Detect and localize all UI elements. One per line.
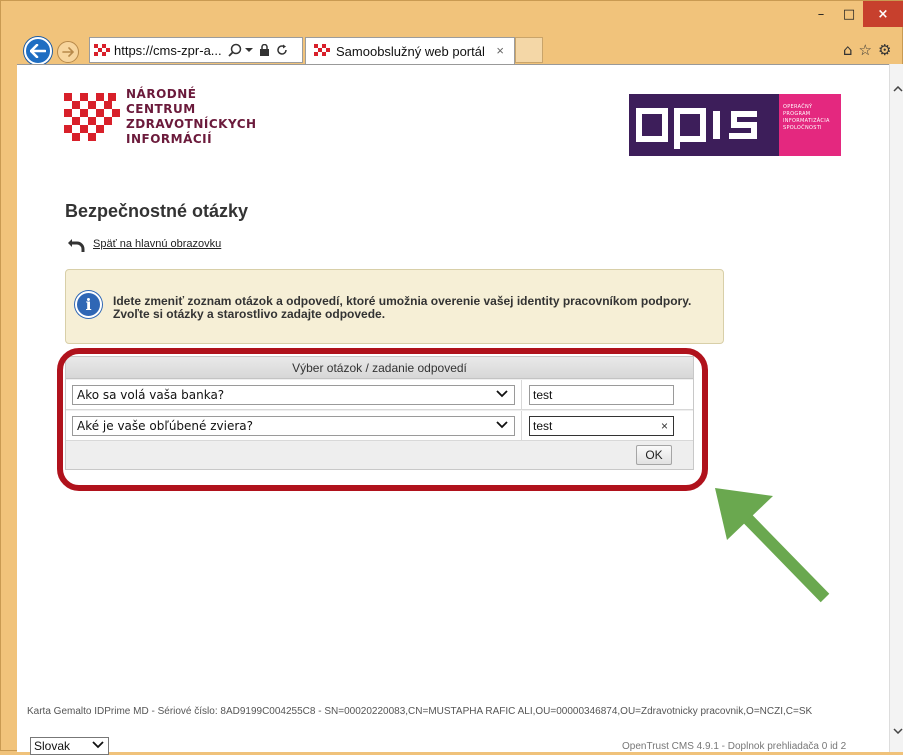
tab-active[interactable]: Samoobslužný web portál × <box>305 37 515 64</box>
info-message: i Idete zmeniť zoznam otázok a odpovedí,… <box>65 269 724 344</box>
nczi-logo: NÁRODNÉ CENTRUM ZDRAVOTNÍCKYCH INFORMÁCI… <box>64 87 257 157</box>
language-select[interactable]: Slovak <box>30 737 109 755</box>
logo-line: INFORMÁCIÍ <box>126 132 213 146</box>
opis-logo-mark <box>629 94 779 156</box>
return-arrow-icon <box>68 239 85 252</box>
back-link-text[interactable]: Späť na hlavnú obrazovku <box>93 238 221 250</box>
new-tab-button[interactable] <box>515 37 543 63</box>
minimize-button[interactable]: – <box>807 1 835 27</box>
highlight-frame <box>57 348 708 491</box>
settings-gear-icon[interactable]: ⚙ <box>878 41 891 59</box>
back-arrow-icon <box>30 44 46 58</box>
chevron-down-icon <box>92 738 104 752</box>
tab-favicon-icon <box>314 43 330 59</box>
version-text: OpenTrust CMS 4.9.1 - Doplnok prehliadač… <box>622 741 847 752</box>
forward-arrow-icon <box>62 47 74 57</box>
certificate-info: Karta Gemalto IDPrime MD - Sériové číslo… <box>27 706 813 717</box>
nczi-logo-mark-icon <box>64 93 120 141</box>
opis-logo: OPERAČNÝ PROGRAM INFORMATIZÁCIA SPOLOČNO… <box>629 94 841 156</box>
back-to-main-link[interactable]: Späť na hlavnú obrazovku <box>67 235 221 253</box>
site-favicon-icon <box>94 44 110 56</box>
logo-line: NÁRODNÉ <box>126 87 197 101</box>
vertical-scrollbar[interactable] <box>889 64 903 752</box>
back-button[interactable] <box>24 37 52 65</box>
opis-line: SPOLOČNOSTI <box>783 125 822 131</box>
search-icon[interactable] <box>228 43 242 57</box>
address-text: https://cms-zpr-a... <box>114 42 222 58</box>
scroll-up-icon[interactable] <box>890 82 903 95</box>
opis-logo-text: OPERAČNÝ PROGRAM INFORMATIZÁCIA SPOLOČNO… <box>779 94 841 156</box>
tab-title: Samoobslužný web portál <box>336 43 485 59</box>
favorites-star-icon[interactable]: ☆ <box>859 41 872 59</box>
page-title: Bezpečnostné otázky <box>65 201 249 221</box>
dropdown-icon[interactable] <box>244 47 253 53</box>
nczi-logo-text: NÁRODNÉ CENTRUM ZDRAVOTNÍCKYCH INFORMÁCI… <box>126 87 257 147</box>
refresh-icon[interactable] <box>276 44 288 56</box>
tab-close-icon[interactable]: × <box>496 43 504 58</box>
logo-line: ZDRAVOTNÍCKYCH <box>126 117 257 131</box>
info-text: Idete zmeniť zoznam otázok a odpovedí, k… <box>113 295 718 321</box>
address-bar[interactable]: https://cms-zpr-a... <box>89 37 303 63</box>
forward-button[interactable] <box>57 41 79 63</box>
info-line: Zvoľte si otázky a starostlivo zadajte o… <box>113 307 386 321</box>
browser-window: – □ × https://cms-zpr-a... Samoobslužný … <box>0 0 903 755</box>
page-content: NÁRODNÉ CENTRUM ZDRAVOTNÍCKYCH INFORMÁCI… <box>17 64 889 755</box>
opis-letters-icon <box>636 108 757 149</box>
close-window-button[interactable]: × <box>863 1 903 27</box>
opis-line: PROGRAM <box>783 111 811 117</box>
opis-line: INFORMATIZÁCIA <box>783 118 830 124</box>
maximize-button[interactable]: □ <box>835 1 863 27</box>
home-icon[interactable]: ⌂ <box>843 41 853 59</box>
logo-line: CENTRUM <box>126 102 196 116</box>
opis-line: OPERAČNÝ <box>783 104 813 110</box>
scroll-down-icon[interactable] <box>890 724 903 737</box>
lock-icon[interactable] <box>259 44 270 56</box>
toolbar-icons: ⌂ ☆ ⚙ <box>843 41 891 59</box>
info-icon: i <box>75 291 102 318</box>
pointer-arrow-icon <box>715 488 830 603</box>
